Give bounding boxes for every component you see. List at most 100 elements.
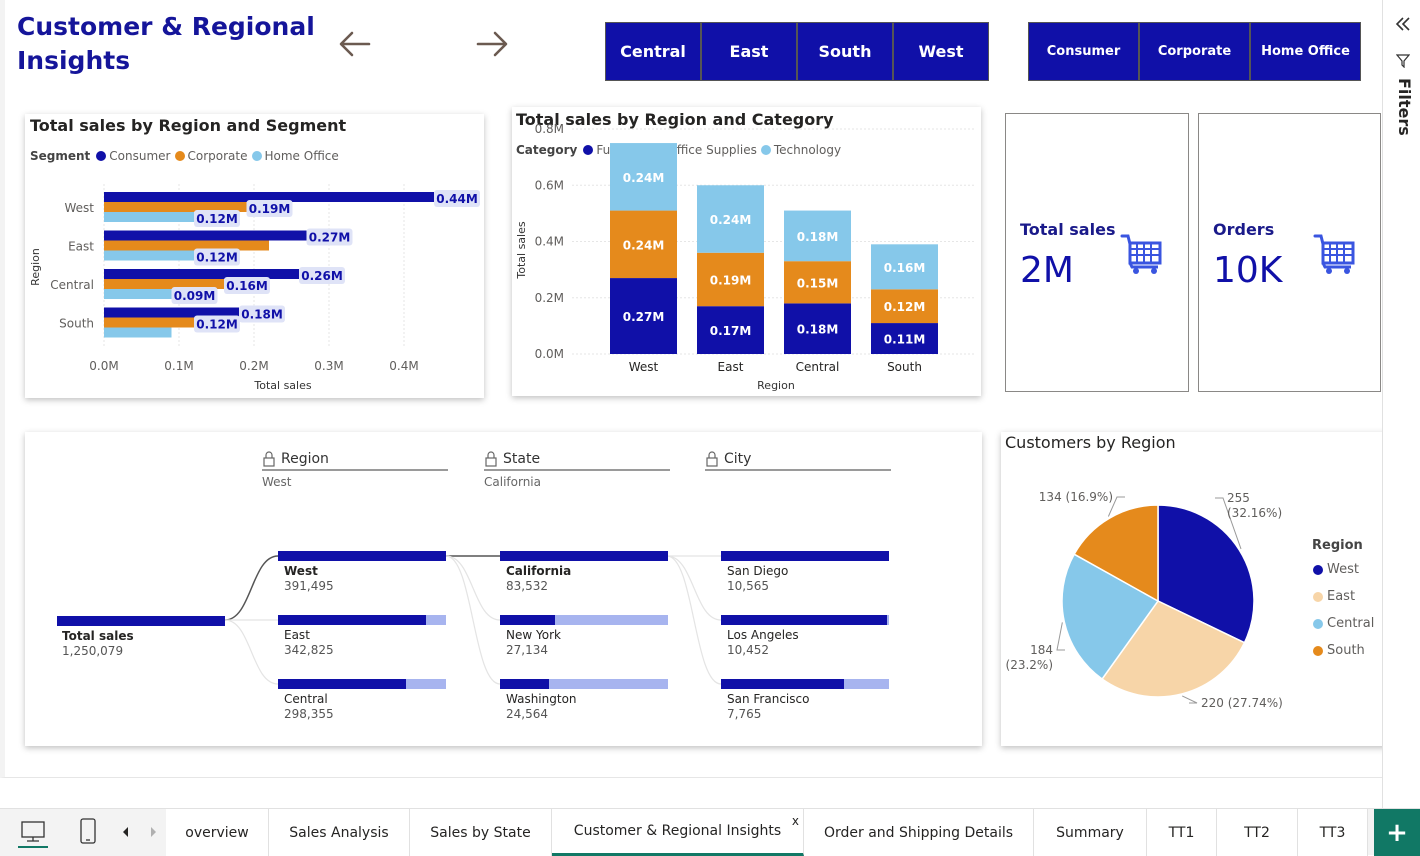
- state-bar-track[interactable]: [500, 551, 668, 561]
- tab-order-and-shipping-details[interactable]: Order and Shipping Details: [804, 809, 1034, 856]
- data-label: 0.09M: [174, 289, 216, 303]
- filter-icon[interactable]: [1396, 54, 1410, 68]
- region-bar-track[interactable]: [278, 615, 446, 625]
- add-page-button[interactable]: +: [1374, 809, 1420, 856]
- state-bar-track[interactable]: [500, 679, 668, 689]
- tab-overview[interactable]: overview: [166, 809, 269, 856]
- arrow-left-icon[interactable]: [335, 24, 375, 64]
- mobile-view-icon[interactable]: [79, 817, 97, 845]
- kpi-label: Total sales: [1020, 220, 1116, 239]
- bar: [104, 269, 299, 279]
- active-view-indicator: [18, 846, 48, 848]
- region-node-value: 298,355: [284, 707, 334, 721]
- state-bar-fill: [500, 551, 668, 561]
- category-chart-card[interactable]: Total sales by Region and Category Categ…: [512, 107, 981, 396]
- y-axis-label: Region: [29, 248, 42, 286]
- tab-tt2[interactable]: TT2: [1217, 809, 1298, 856]
- state-bar-fill: [500, 679, 549, 689]
- y-tick-label: 0.8M: [535, 122, 564, 136]
- city-bar-fill: [721, 615, 888, 625]
- legend-label: Central: [1327, 616, 1375, 631]
- pie-data-label: 184: [1030, 643, 1053, 657]
- x-tick-label: 0.1M: [164, 359, 193, 373]
- region-bar-track[interactable]: [278, 551, 446, 561]
- y-tick-label: South: [59, 317, 94, 331]
- close-tab-icon[interactable]: x: [792, 814, 799, 828]
- arrow-right-icon[interactable]: [472, 24, 512, 64]
- tab-tt3[interactable]: TT3: [1298, 809, 1368, 856]
- region-bar-fill: [278, 679, 406, 689]
- segment-slicer-button-consumer[interactable]: Consumer: [1028, 22, 1139, 81]
- data-label: 0.12M: [196, 212, 238, 226]
- pie-data-label: (32.16%): [1227, 506, 1282, 520]
- kpi-card-orders[interactable]: Orders 10K: [1198, 113, 1381, 392]
- state-bar-fill: [500, 615, 556, 625]
- pie-legend-item[interactable]: South: [1313, 643, 1365, 658]
- data-label: 0.27M: [309, 231, 351, 245]
- desktop-view-icon[interactable]: [19, 820, 47, 844]
- bar: [104, 289, 172, 299]
- bar: [104, 327, 172, 338]
- tab-scroll-right-icon[interactable]: [148, 826, 158, 838]
- state-node-name: New York: [506, 628, 561, 642]
- tab-sales-analysis[interactable]: Sales Analysis: [269, 809, 410, 856]
- state-node-value: 27,134: [506, 643, 548, 657]
- segment-slicer-button-home-office[interactable]: Home Office: [1250, 22, 1361, 81]
- data-label: 0.24M: [710, 213, 752, 227]
- pie-data-label: (23.2%): [1006, 658, 1053, 672]
- tab-customer-regional-insights[interactable]: Customer & Regional Insights x: [552, 809, 804, 856]
- x-axis-label: Region: [757, 379, 795, 392]
- page-tab-bar: overview Sales Analysis Sales by State Cust…: [0, 808, 1420, 856]
- connector: [445, 555, 501, 621]
- region-slicer-button-central[interactable]: Central: [605, 22, 701, 81]
- pie-legend-item[interactable]: East: [1313, 589, 1355, 604]
- city-node-name: Los Angeles: [727, 628, 799, 642]
- kpi-value: 2M: [1020, 250, 1074, 291]
- kpi-label: Orders: [1213, 220, 1275, 239]
- city-node-name: San Francisco: [727, 692, 810, 706]
- category-stacked-chart: 0.0M 0.2M 0.4M 0.6M 0.8M Total sales Region 0.2…: [515, 122, 974, 392]
- tab-summary[interactable]: Summary: [1034, 809, 1147, 856]
- data-label: 0.24M: [623, 171, 665, 185]
- region-node-name: Central: [284, 692, 328, 706]
- region-slicer-button-west[interactable]: West: [893, 22, 989, 81]
- pie-legend-item[interactable]: West: [1313, 562, 1359, 577]
- segment-slicer-button-corporate[interactable]: Corporate: [1139, 22, 1250, 81]
- x-axis-label: Total sales: [253, 379, 311, 392]
- y-tick-label: Central: [50, 278, 94, 292]
- decomposition-tree-card[interactable]: Region West State California City Total sales…: [25, 432, 982, 746]
- region-slicer-button-east[interactable]: East: [701, 22, 797, 81]
- segment-bar-chart: 0.0M 0.1M 0.2M 0.3M 0.4M Total sales Region Wes…: [29, 184, 480, 392]
- x-tick-label: 0.2M: [239, 359, 268, 373]
- kpi-value: 10K: [1213, 250, 1283, 291]
- region-node-value: 391,495: [284, 579, 334, 593]
- y-tick-label: 0.0M: [535, 347, 564, 361]
- tab-tt1[interactable]: TT1: [1147, 809, 1217, 856]
- root-bar[interactable]: [57, 616, 225, 626]
- bar: [104, 317, 194, 328]
- state-node-value: 24,564: [506, 707, 548, 721]
- city-node-value: 10,565: [727, 579, 769, 593]
- state-bar-track[interactable]: [500, 615, 668, 625]
- pie-legend-item[interactable]: Central: [1313, 616, 1374, 631]
- pie-data-label: 134 (16.9%): [1039, 490, 1113, 504]
- filters-pane[interactable]: Filters: [1382, 0, 1420, 808]
- region-bar-track[interactable]: [278, 679, 446, 689]
- kpi-card-total-sales[interactable]: Total sales 2M: [1005, 113, 1189, 392]
- customers-pie-card[interactable]: Customers by Region 255 (32.16%) 220 (27.7…: [1001, 432, 1387, 746]
- legend-label: South: [1327, 643, 1365, 658]
- region-slicer-button-south[interactable]: South: [797, 22, 893, 81]
- state-node-name: Washington: [506, 692, 577, 706]
- data-label: 0.26M: [301, 269, 343, 283]
- shopping-cart-icon: [1120, 234, 1162, 274]
- double-chevron-left-icon[interactable]: [1395, 16, 1411, 32]
- city-bar-track[interactable]: [721, 679, 889, 689]
- city-bar-track[interactable]: [721, 615, 889, 625]
- segment-chart-card[interactable]: Total sales by Region and Segment Segmen…: [25, 114, 484, 398]
- tab-scroll-left-icon[interactable]: [121, 826, 131, 838]
- region-bar-fill: [278, 551, 446, 561]
- city-bar-track[interactable]: [721, 551, 889, 561]
- tab-sales-by-state[interactable]: Sales by State: [410, 809, 552, 856]
- data-label: 0.11M: [884, 333, 926, 347]
- filters-label[interactable]: Filters: [1388, 78, 1414, 158]
